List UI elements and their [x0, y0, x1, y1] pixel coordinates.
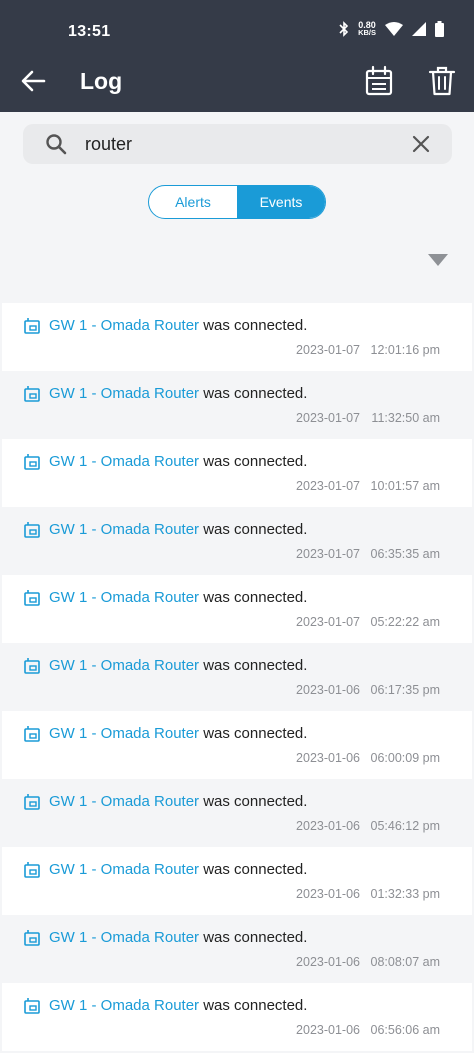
search-bar[interactable]: router	[23, 124, 452, 164]
event-message: GW 1 - Omada Router was connected.	[49, 385, 307, 402]
event-date: 2023-01-07	[296, 479, 360, 493]
event-message: GW 1 - Omada Router was connected.	[49, 589, 307, 606]
list-item[interactable]: GW 1 - Omada Router was connected. 2023-0…	[2, 439, 472, 507]
list-item[interactable]: GW 1 - Omada Router was connected. 2023-0…	[2, 983, 472, 1051]
event-text: was connected.	[199, 997, 308, 1014]
device-link[interactable]: GW 1 - Omada Router	[49, 385, 199, 402]
event-message: GW 1 - Omada Router was connected.	[49, 997, 307, 1014]
router-icon	[24, 862, 40, 878]
tab-events[interactable]: Events	[237, 186, 325, 218]
event-date: 2023-01-06	[296, 819, 360, 833]
status-time: 13:51	[68, 23, 111, 40]
trash-icon[interactable]	[428, 65, 456, 97]
list-item[interactable]: GW 1 - Omada Router was connected. 2023-0…	[2, 575, 472, 643]
event-time: 06:56:06 am	[370, 1023, 441, 1037]
event-text: was connected.	[199, 385, 308, 402]
event-time: 05:46:12 pm	[370, 819, 441, 833]
event-time: 12:01:16 pm	[370, 343, 441, 357]
router-icon	[24, 454, 40, 470]
list-item[interactable]: GW 1 - Omada Router was connected. 2023-0…	[2, 915, 472, 983]
list-item[interactable]: GW 1 - Omada Router was connected. 2023-0…	[2, 711, 472, 779]
event-text: was connected.	[199, 657, 308, 674]
event-text: was connected.	[199, 929, 308, 946]
close-icon[interactable]	[412, 135, 430, 153]
event-date: 2023-01-06	[296, 1023, 360, 1037]
device-link[interactable]: GW 1 - Omada Router	[49, 929, 199, 946]
event-date: 2023-01-06	[296, 955, 360, 969]
list-item[interactable]: GW 1 - Omada Router was connected. 2023-0…	[2, 643, 472, 711]
router-icon	[24, 386, 40, 402]
event-text: was connected.	[199, 861, 308, 878]
event-message: GW 1 - Omada Router was connected.	[49, 521, 307, 538]
device-link[interactable]: GW 1 - Omada Router	[49, 997, 199, 1014]
segmented-control: Alerts Events	[148, 185, 326, 219]
event-time: 06:00:09 pm	[370, 751, 441, 765]
event-text: was connected.	[199, 317, 308, 334]
event-time: 08:08:07 am	[370, 955, 441, 969]
event-time: 10:01:57 am	[370, 479, 441, 493]
device-link[interactable]: GW 1 - Omada Router	[49, 725, 199, 742]
search-icon	[46, 134, 67, 155]
list-item[interactable]: GW 1 - Omada Router was connected. 2023-0…	[2, 303, 472, 371]
event-time: 06:17:35 pm	[370, 683, 441, 697]
event-date: 2023-01-06	[296, 683, 360, 697]
event-time: 11:32:50 am	[371, 411, 440, 425]
event-time: 05:22:22 am	[370, 615, 441, 629]
bluetooth-icon	[339, 21, 349, 37]
event-message: GW 1 - Omada Router was connected.	[49, 725, 307, 742]
event-time: 06:35:35 am	[370, 547, 441, 561]
device-link[interactable]: GW 1 - Omada Router	[49, 453, 199, 470]
list-item[interactable]: GW 1 - Omada Router was connected. 2023-0…	[2, 847, 472, 915]
router-icon	[24, 318, 40, 334]
event-text: was connected.	[199, 453, 308, 470]
event-message: GW 1 - Omada Router was connected.	[49, 317, 307, 334]
event-date: 2023-01-07	[296, 343, 360, 357]
event-message: GW 1 - Omada Router was connected.	[49, 861, 307, 878]
event-text: was connected.	[199, 725, 308, 742]
list-item[interactable]: GW 1 - Omada Router was connected. 2023-0…	[2, 779, 472, 847]
event-time: 01:32:33 pm	[370, 887, 441, 901]
router-icon	[24, 590, 40, 606]
event-date: 2023-01-07	[296, 615, 360, 629]
event-message: GW 1 - Omada Router was connected.	[49, 453, 307, 470]
device-link[interactable]: GW 1 - Omada Router	[49, 589, 199, 606]
event-text: was connected.	[199, 589, 308, 606]
device-link[interactable]: GW 1 - Omada Router	[49, 793, 199, 810]
device-link[interactable]: GW 1 - Omada Router	[49, 861, 199, 878]
list-item[interactable]: GW 1 - Omada Router was connected. 2023-0…	[2, 507, 472, 575]
event-text: was connected.	[199, 793, 308, 810]
app-bar: 13:51 0.80 KB/S Log	[0, 0, 474, 112]
wifi-icon	[385, 22, 403, 36]
event-text: was connected.	[199, 521, 308, 538]
calendar-icon[interactable]	[364, 65, 394, 97]
back-arrow-icon[interactable]	[18, 66, 48, 96]
network-speed: 0.80 KB/S	[358, 21, 376, 37]
event-date: 2023-01-07	[296, 411, 360, 425]
router-icon	[24, 726, 40, 742]
filter-dropdown-icon[interactable]	[428, 252, 448, 268]
event-list: GW 1 - Omada Router was connected. 2023-0…	[2, 303, 472, 1051]
page-title: Log	[80, 68, 123, 94]
router-icon	[24, 930, 40, 946]
device-link[interactable]: GW 1 - Omada Router	[49, 657, 199, 674]
event-message: GW 1 - Omada Router was connected.	[49, 929, 307, 946]
router-icon	[24, 658, 40, 674]
search-input[interactable]: router	[85, 134, 132, 155]
router-icon	[24, 522, 40, 538]
device-link[interactable]: GW 1 - Omada Router	[49, 521, 199, 538]
device-link[interactable]: GW 1 - Omada Router	[49, 317, 199, 334]
battery-icon	[435, 21, 444, 37]
event-message: GW 1 - Omada Router was connected.	[49, 657, 307, 674]
event-date: 2023-01-06	[296, 751, 360, 765]
cell-signal-icon	[412, 22, 426, 36]
list-item[interactable]: GW 1 - Omada Router was connected. 2023-0…	[2, 371, 472, 439]
router-icon	[24, 794, 40, 810]
tab-alerts[interactable]: Alerts	[149, 186, 237, 218]
event-message: GW 1 - Omada Router was connected.	[49, 793, 307, 810]
router-icon	[24, 998, 40, 1014]
event-date: 2023-01-06	[296, 887, 360, 901]
network-speed-unit: KB/S	[358, 28, 376, 37]
status-icons: 0.80 KB/S	[339, 21, 444, 37]
event-date: 2023-01-07	[296, 547, 360, 561]
